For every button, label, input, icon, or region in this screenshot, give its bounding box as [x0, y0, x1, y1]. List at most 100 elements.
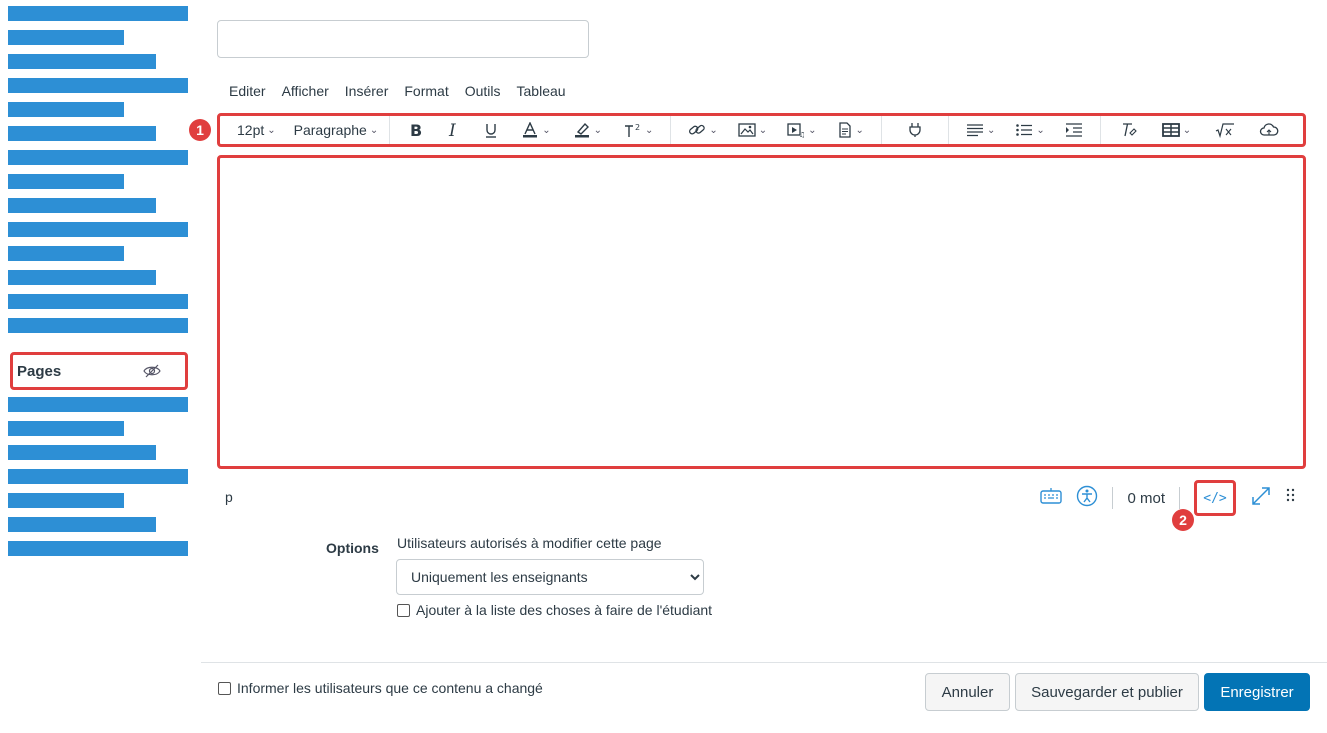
todo-label: Ajouter à la liste des choses à faire de…	[416, 602, 713, 618]
nav-item-placeholder[interactable]	[8, 30, 124, 45]
toolbar-group-tools: ⌄	[1101, 116, 1298, 144]
nav-item-placeholder[interactable]	[8, 493, 124, 508]
page-title-input[interactable]	[217, 20, 589, 58]
todo-checkbox[interactable]	[397, 603, 410, 617]
callout-badge-1: 1	[189, 119, 211, 141]
permissions-select[interactable]: Uniquement les enseignants	[396, 559, 704, 595]
chevron-down-icon: ⌄	[542, 124, 551, 136]
clear-format-icon[interactable]	[1115, 117, 1143, 143]
toolbar-group-paragraph: ⌄ ⌄	[949, 116, 1101, 144]
save-and-publish-button[interactable]: Sauvegarder et publier	[1015, 673, 1199, 711]
word-count: 0 mot	[1127, 489, 1165, 507]
resize-handle-icon[interactable]	[1286, 487, 1296, 510]
nav-item-placeholder[interactable]	[8, 54, 156, 69]
document-icon[interactable]: ⌄	[832, 117, 869, 143]
element-path[interactable]: p	[225, 489, 233, 505]
link-icon[interactable]: ⌄	[683, 117, 722, 143]
cloud-icon[interactable]	[1254, 117, 1284, 143]
nav-item-placeholder[interactable]	[8, 78, 188, 93]
nav-item-placeholder[interactable]	[8, 541, 188, 556]
svg-text:I: I	[448, 122, 456, 138]
nav-item-placeholder[interactable]	[8, 318, 188, 333]
eye-slash-icon[interactable]	[143, 362, 161, 380]
status-divider	[1112, 487, 1114, 509]
chevron-down-icon: ⌄	[1182, 124, 1192, 136]
chevron-down-icon: ⌄	[986, 124, 996, 136]
nav-item-placeholder[interactable]	[8, 150, 188, 165]
options-heading: Options	[326, 540, 379, 556]
permissions-label: Utilisateurs autorisés à modifier cette …	[397, 535, 662, 551]
sidebar-item-label: Pages	[17, 362, 62, 380]
svg-text:B: B	[410, 122, 422, 138]
nav-item-placeholder[interactable]	[8, 102, 124, 117]
menu-outils[interactable]: Outils	[457, 80, 509, 102]
toolbar-group-text: B I ⌄ ⌄ 2 ⌄	[390, 116, 672, 144]
callout-badge-2: 2	[1172, 509, 1194, 531]
editor-toolbar: 12pt ⌄ Paragraphe ⌄ B I ⌄ ⌄ 2 ⌄ ⌄ ⌄ ♫ ⌄ ⌄ ⌄ …	[217, 113, 1306, 147]
nav-item-placeholder[interactable]	[8, 174, 124, 189]
chevron-down-icon: ⌄	[267, 124, 276, 136]
menu-inserer[interactable]: Insérer	[337, 80, 397, 102]
nav-item-placeholder[interactable]	[8, 222, 188, 237]
nav-item-placeholder[interactable]	[8, 126, 156, 141]
font-size-dropdown[interactable]: 12pt ⌄	[232, 117, 281, 143]
bold-icon[interactable]: B	[402, 117, 428, 143]
toolbar-group-format: 12pt ⌄ Paragraphe ⌄	[226, 116, 391, 144]
nav-item-placeholder[interactable]	[8, 517, 156, 532]
editor-menubar: Editer Afficher Insérer Format Outils Ta…	[221, 80, 574, 102]
nav-item-placeholder[interactable]	[8, 294, 188, 309]
text-color-icon[interactable]: ⌄	[516, 117, 555, 143]
indent-icon[interactable]	[1060, 117, 1088, 143]
svg-text:2: 2	[635, 123, 640, 132]
nav-item-placeholder[interactable]	[8, 6, 188, 21]
nav-item-placeholder[interactable]	[8, 469, 188, 484]
chevron-down-icon: ⌄	[808, 124, 817, 136]
chevron-down-icon: ⌄	[369, 124, 379, 136]
table-icon[interactable]: ⌄	[1157, 117, 1196, 143]
save-button[interactable]: Enregistrer	[1204, 673, 1310, 711]
chevron-down-icon: ⌄	[593, 124, 602, 136]
keyboard-icon[interactable]	[1040, 487, 1063, 509]
block-format-dropdown[interactable]: Paragraphe ⌄	[289, 117, 384, 143]
footer-divider	[201, 662, 1327, 663]
chevron-down-icon: ⌄	[758, 124, 768, 136]
math-icon[interactable]	[1210, 117, 1240, 143]
rich-content-editor-body[interactable]	[217, 155, 1306, 469]
nav-item-placeholder[interactable]	[8, 198, 156, 213]
chevron-down-icon: ⌄	[855, 124, 864, 136]
toolbar-group-insert: ⌄ ⌄ ♫ ⌄ ⌄	[671, 116, 882, 144]
menu-format[interactable]: Format	[396, 80, 456, 102]
highlight-icon[interactable]: ⌄	[568, 117, 607, 143]
cancel-button[interactable]: Annuler	[925, 673, 1010, 711]
sidebar-item-pages[interactable]: Pages	[10, 352, 188, 390]
notify-users-checkbox[interactable]	[218, 681, 231, 695]
status-divider	[1179, 487, 1180, 509]
menu-editer[interactable]: Editer	[221, 80, 274, 102]
nav-item-placeholder[interactable]	[8, 421, 124, 436]
media-icon[interactable]: ♫ ⌄	[782, 117, 821, 143]
status-bar-actions: 0 mot </>	[1040, 480, 1296, 516]
nav-item-placeholder[interactable]	[8, 445, 156, 460]
chevron-down-icon: ⌄	[709, 124, 718, 136]
menu-afficher[interactable]: Afficher	[274, 80, 337, 102]
list-icon[interactable]: ⌄	[1010, 117, 1049, 143]
italic-icon[interactable]: I	[440, 117, 466, 143]
html-editor-toggle-button[interactable]: </>	[1194, 480, 1236, 516]
chevron-down-icon: ⌄	[644, 124, 654, 136]
svg-text:♫: ♫	[799, 131, 805, 138]
nav-item-placeholder[interactable]	[8, 397, 188, 412]
notify-users-row: Informer les utilisateurs que ce contenu…	[218, 680, 543, 696]
font-size-value: 12pt	[237, 122, 265, 138]
accessibility-icon[interactable]	[1076, 485, 1098, 512]
plugin-icon[interactable]	[902, 117, 928, 143]
menu-tableau[interactable]: Tableau	[509, 80, 574, 102]
image-icon[interactable]: ⌄	[733, 117, 772, 143]
nav-item-placeholder[interactable]	[8, 270, 156, 285]
todo-option-row: Ajouter à la liste des choses à faire de…	[397, 602, 712, 618]
toolbar-group-plugins	[882, 116, 949, 144]
fullscreen-icon[interactable]	[1250, 485, 1272, 512]
superscript-icon[interactable]: 2 ⌄	[619, 117, 658, 143]
underline-icon[interactable]	[478, 117, 504, 143]
align-icon[interactable]: ⌄	[961, 117, 1000, 143]
nav-item-placeholder[interactable]	[8, 246, 124, 261]
